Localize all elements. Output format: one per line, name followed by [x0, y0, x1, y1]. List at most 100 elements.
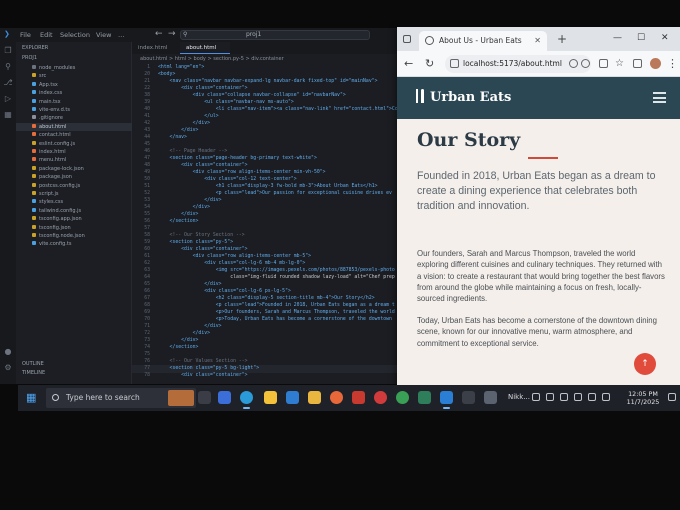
explorer-file-item[interactable]: main.tsx	[16, 98, 132, 106]
file-explorer-icon[interactable]	[264, 391, 277, 404]
battery-icon[interactable]	[560, 393, 568, 401]
close-tab-icon[interactable]: ✕	[534, 31, 541, 51]
collections-icon[interactable]	[633, 59, 642, 68]
system-clock[interactable]: 12:05 PM 11/7/2025	[622, 390, 664, 406]
file-name: about.html	[39, 123, 67, 130]
explorer-file-item[interactable]: package.json	[16, 173, 132, 181]
explorer-file-item[interactable]: script.js	[16, 190, 132, 198]
explorer-file-item[interactable]: about.html	[16, 122, 132, 131]
back-arrow-icon[interactable]: ←	[404, 57, 413, 71]
code-text: <p class="lead">Our passion for exceptio…	[158, 191, 392, 196]
tab-actions-icon[interactable]	[403, 35, 411, 43]
explorer-icon[interactable]: ❐	[3, 46, 13, 56]
timeline-panel[interactable]: TIMELINE	[16, 369, 132, 377]
show-hidden-icons[interactable]	[532, 393, 540, 401]
explorer-file-item[interactable]: tsconfig.app.json	[16, 215, 132, 223]
browser-tab-active[interactable]: About Us - Urban Eats ✕	[419, 31, 547, 51]
explorer-file-item[interactable]: index.html	[16, 148, 132, 156]
folder-icon[interactable]	[308, 391, 321, 404]
settings-gear-icon[interactable]: ⚙	[3, 363, 13, 373]
windows-start-icon[interactable]: ▦	[26, 392, 38, 404]
terminal-icon[interactable]	[462, 391, 475, 404]
minimize-icon[interactable]: —	[613, 33, 622, 43]
reader-view-icon[interactable]	[581, 59, 590, 68]
clock-date: 11/7/2025	[626, 398, 660, 406]
profile-avatar[interactable]	[650, 58, 661, 69]
refresh-icon[interactable]: ↻	[425, 57, 434, 71]
taskbar-search[interactable]: Type here to search	[46, 388, 196, 408]
menu-selection[interactable]: Selection	[60, 31, 90, 39]
new-tab-icon[interactable]: +	[557, 31, 567, 47]
code-text: <p>Our founders, Sarah and Marcus Thomps…	[158, 310, 395, 315]
explorer-file-item[interactable]: tsconfig.json	[16, 224, 132, 232]
code-line: 78 <div class="container">	[132, 372, 398, 380]
explorer-file-item[interactable]: eslint.config.js	[16, 140, 132, 148]
opera-icon[interactable]	[374, 391, 387, 404]
file-name: tsconfig.app.json	[39, 216, 82, 223]
pdf-reader-icon[interactable]	[352, 391, 365, 404]
explorer-file-item[interactable]: App.tsx	[16, 81, 132, 89]
tab-about-html[interactable]: about.html	[180, 42, 230, 54]
code-text: </div>	[158, 324, 222, 329]
volume-icon[interactable]	[588, 393, 596, 401]
user-app-icon[interactable]	[484, 391, 497, 404]
notification-icon[interactable]	[602, 393, 610, 401]
explorer-file-item[interactable]: menu.html	[16, 156, 132, 164]
favorites-star-icon[interactable]: ☆	[615, 57, 624, 71]
code-text: <img src="https://images.pexels.com/phot…	[158, 268, 395, 273]
explorer-file-item[interactable]: src	[16, 72, 132, 80]
file-icon	[32, 182, 36, 187]
outline-panel[interactable]: OUTLINE	[16, 360, 132, 368]
breadcrumb[interactable]: about.html > html > body > section.py-5 …	[140, 56, 284, 62]
menu-edit[interactable]: Edit	[40, 31, 53, 39]
taskbar-user-label[interactable]: Nikk...	[508, 393, 530, 401]
forward-arrow-icon[interactable]: →	[168, 29, 176, 39]
scroll-top-button[interactable]: ↑	[634, 353, 656, 375]
explorer-file-item[interactable]: .gitignore	[16, 114, 132, 122]
close-window-icon[interactable]: ✕	[661, 33, 669, 43]
app-icon[interactable]	[418, 391, 431, 404]
copilot-icon[interactable]	[218, 391, 231, 404]
task-view-icon[interactable]	[198, 391, 211, 404]
wifi-icon[interactable]	[574, 393, 582, 401]
notification-center-icon[interactable]	[668, 393, 676, 401]
chrome-icon[interactable]	[396, 391, 409, 404]
back-arrow-icon[interactable]: ←	[155, 29, 163, 39]
maximize-icon[interactable]: ☐	[637, 33, 645, 43]
explorer-file-item[interactable]: contact.html	[16, 131, 132, 139]
read-aloud-icon[interactable]	[569, 59, 578, 68]
menu-view[interactable]: View	[96, 31, 111, 39]
source-control-icon[interactable]: ⎇	[3, 78, 13, 88]
vscode-taskbar-icon[interactable]	[440, 391, 453, 409]
run-debug-icon[interactable]: ▷	[3, 94, 13, 104]
hamburger-menu-icon[interactable]	[653, 92, 666, 103]
command-center-search[interactable]: ⚲ proj1	[180, 30, 370, 40]
explorer-file-item[interactable]: vite-env.d.ts	[16, 106, 132, 114]
explorer-file-item[interactable]: node_modules	[16, 64, 132, 72]
site-brand[interactable]: Urban Eats	[415, 87, 511, 109]
tab-index-html[interactable]: index.html	[132, 42, 180, 54]
edge-taskbar-icon[interactable]	[240, 391, 253, 409]
explorer-file-item[interactable]: tsconfig.node.json	[16, 232, 132, 240]
firefox-icon[interactable]	[330, 391, 343, 404]
code-text: <li class="nav-item"><a class="nav-link"…	[215, 107, 398, 112]
extensions-icon[interactable]: ▦	[3, 110, 13, 120]
project-folder[interactable]: PROJ1	[16, 54, 132, 62]
menu-file[interactable]: File	[20, 31, 31, 39]
explorer-file-item[interactable]: tailwind.config.js	[16, 207, 132, 215]
explorer-file-item[interactable]: package-lock.json	[16, 165, 132, 173]
explorer-file-item[interactable]: postcss.config.js	[16, 182, 132, 190]
explorer-file-item[interactable]: styles.css	[16, 198, 132, 206]
explorer-file-item[interactable]: vite.config.ts	[16, 240, 132, 248]
more-options-icon[interactable]: ⋮	[667, 57, 678, 71]
split-screen-icon[interactable]	[599, 59, 608, 68]
more-menu-icon[interactable]: …	[118, 31, 125, 39]
account-icon[interactable]: ●	[3, 347, 13, 357]
explorer-file-item[interactable]: index.css	[16, 89, 132, 97]
cloud-icon[interactable]	[546, 393, 554, 401]
code-editor[interactable]: 1 <html lang="en"> 20 <body> 21 <nav class="…	[132, 64, 398, 384]
search-icon[interactable]: ⚲	[3, 62, 13, 72]
mail-icon[interactable]	[286, 391, 299, 404]
file-name: eslint.config.js	[39, 140, 76, 147]
page-info-icon[interactable]	[450, 59, 459, 68]
